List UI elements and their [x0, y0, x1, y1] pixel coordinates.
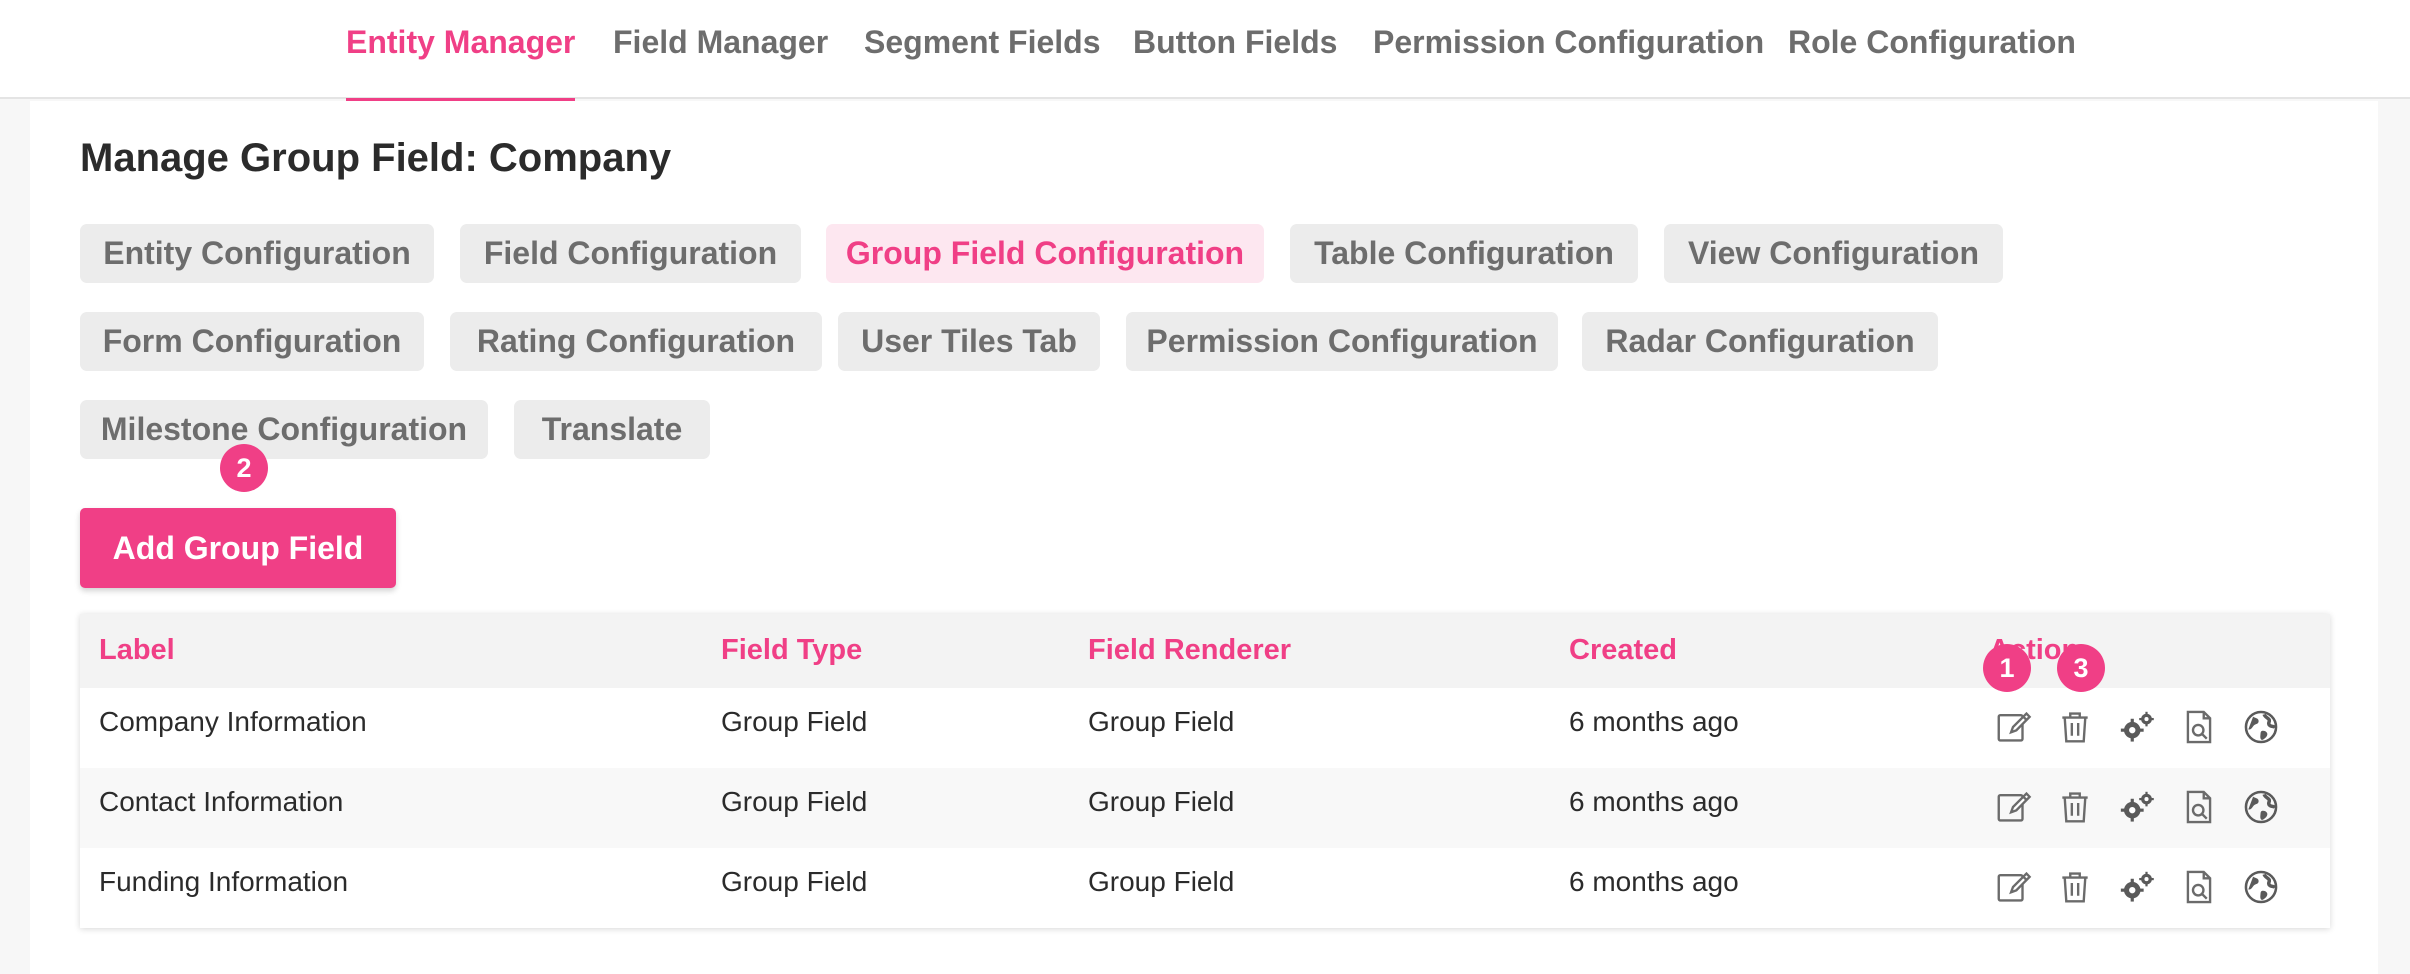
config-tab-radar-configuration[interactable]: Radar Configuration	[1582, 312, 1938, 371]
config-tab-entity-configuration[interactable]: Entity Configuration	[80, 224, 434, 283]
config-tab-form-configuration[interactable]: Form Configuration	[80, 312, 424, 371]
config-tab-rating-configuration[interactable]: Rating Configuration	[450, 312, 822, 371]
cell-field-type: Group Field	[721, 786, 868, 817]
trash-icon[interactable]	[2056, 788, 2094, 826]
trash-icon[interactable]	[2056, 868, 2094, 906]
add-group-field-button[interactable]: Add Group Field	[80, 508, 396, 588]
config-tab-permission-configuration[interactable]: Permission Configuration	[1126, 312, 1558, 371]
cell-created: 6 months ago	[1569, 866, 1739, 897]
step-badge-2: 2	[220, 444, 268, 492]
globe-icon[interactable]	[2242, 708, 2280, 746]
step-badge-3: 3	[2057, 644, 2105, 692]
cell-field-type: Group Field	[721, 866, 868, 897]
gears-icon[interactable]	[2118, 788, 2156, 826]
cell-field-renderer: Group Field	[1088, 866, 1235, 897]
tab-role-configuration[interactable]: Role Configuration	[1788, 0, 2076, 99]
tab-field-manager[interactable]: Field Manager	[613, 0, 828, 99]
document-search-icon[interactable]	[2180, 868, 2218, 906]
tab-segment-fields[interactable]: Segment Fields	[864, 0, 1101, 99]
tab-button-fields[interactable]: Button Fields	[1133, 0, 1337, 99]
cell-created: 6 months ago	[1569, 786, 1739, 817]
column-header-label: Label	[99, 634, 175, 666]
config-tab-table-configuration[interactable]: Table Configuration	[1290, 224, 1638, 283]
config-tab-translate[interactable]: Translate	[514, 400, 710, 459]
trash-icon[interactable]	[2056, 708, 2094, 746]
globe-icon[interactable]	[2242, 868, 2280, 906]
page-title: Manage Group Field: Company	[80, 136, 672, 180]
gears-icon[interactable]	[2118, 868, 2156, 906]
config-tab-field-configuration[interactable]: Field Configuration	[460, 224, 801, 283]
gears-icon[interactable]	[2118, 708, 2156, 746]
table-row: Contact Information Group Field Group Fi…	[80, 768, 2330, 848]
edit-icon[interactable]	[1994, 868, 2032, 906]
config-tab-user-tiles-tab[interactable]: User Tiles Tab	[838, 312, 1100, 371]
table-row: Funding Information Group Field Group Fi…	[80, 848, 2330, 928]
top-navigation: Entity Manager Field Manager Segment Fie…	[0, 0, 2410, 101]
globe-icon[interactable]	[2242, 788, 2280, 826]
cell-field-renderer: Group Field	[1088, 786, 1235, 817]
document-search-icon[interactable]	[2180, 788, 2218, 826]
tab-entity-manager[interactable]: Entity Manager	[346, 0, 576, 101]
config-tab-milestone-configuration[interactable]: Milestone Configuration	[80, 400, 488, 459]
cell-field-renderer: Group Field	[1088, 706, 1235, 737]
document-search-icon[interactable]	[2180, 708, 2218, 746]
step-badge-1: 1	[1983, 644, 2031, 692]
column-header-field-type: Field Type	[721, 634, 863, 666]
cell-label: Company Information	[99, 706, 367, 737]
table-row: Company Information Group Field Group Fi…	[80, 688, 2330, 768]
edit-icon[interactable]	[1994, 788, 2032, 826]
cell-label: Funding Information	[99, 866, 349, 897]
cell-label: Contact Information	[99, 786, 344, 817]
config-tab-group-field-configuration[interactable]: Group Field Configuration	[826, 224, 1264, 283]
cell-created: 6 months ago	[1569, 706, 1739, 737]
edit-icon[interactable]	[1994, 708, 2032, 746]
cell-field-type: Group Field	[721, 706, 868, 737]
config-tab-view-configuration[interactable]: View Configuration	[1664, 224, 2003, 283]
tab-permission-configuration[interactable]: Permission Configuration	[1373, 0, 1764, 99]
column-header-field-renderer: Field Renderer	[1088, 634, 1292, 666]
column-header-created: Created	[1569, 634, 1677, 666]
